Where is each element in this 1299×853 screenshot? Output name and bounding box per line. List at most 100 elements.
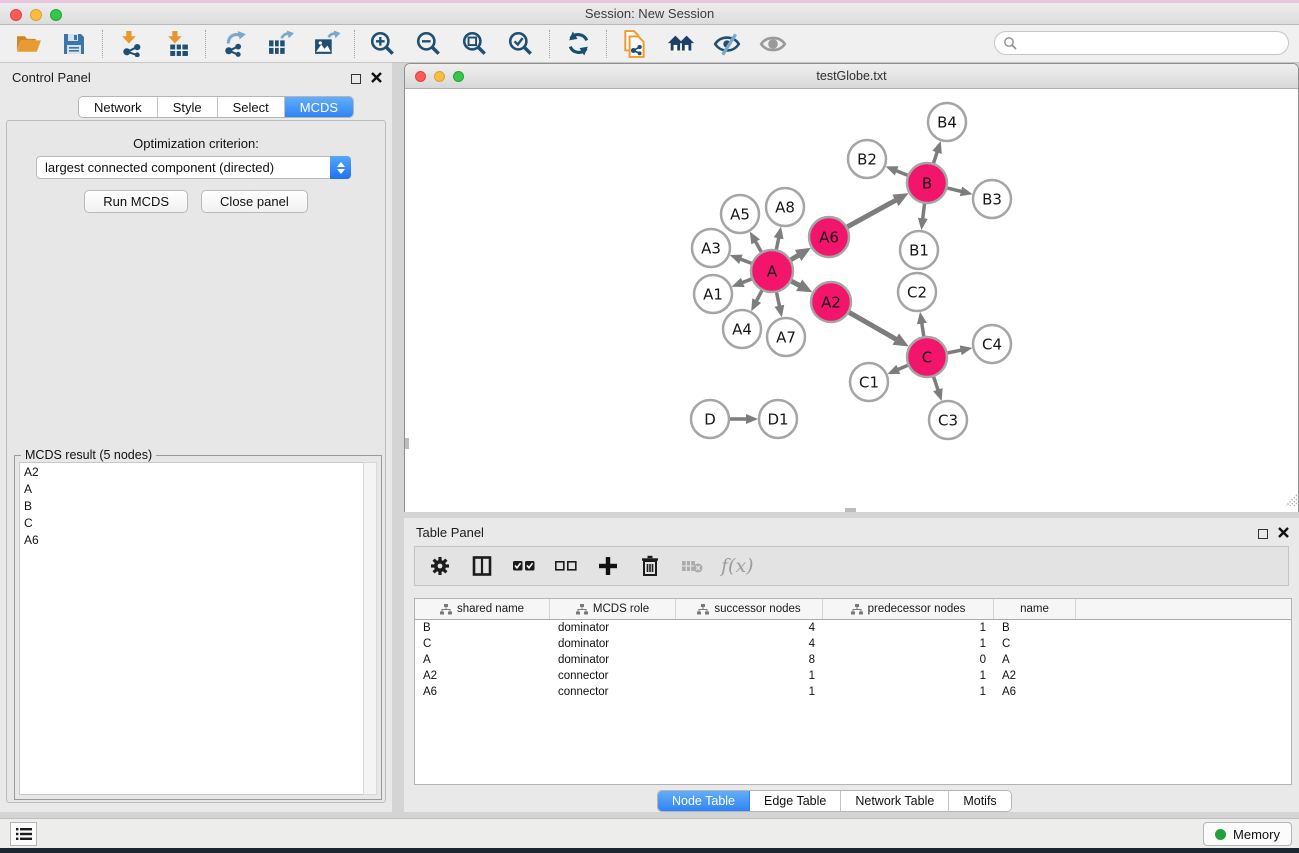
graph-node-D[interactable]: D [691,400,729,438]
graph-node-C1[interactable]: C1 [850,363,888,401]
canvas-handle-bottom[interactable] [845,508,856,512]
graph-node-A5[interactable]: A5 [721,195,759,233]
close-panel-button[interactable]: Close panel [201,190,308,213]
zoom-selected-icon[interactable] [507,30,535,58]
graph-edge-C-C3[interactable] [934,377,939,391]
tab-edge-table[interactable]: Edge Table [750,791,841,811]
column-header-predecessor-nodes[interactable]: predecessor nodes [823,599,994,619]
graph-node-A[interactable]: A [751,250,793,292]
graph-edge-B-B3[interactable] [947,188,962,192]
list-item[interactable]: A2 [20,463,364,480]
graph-edge-C-C1[interactable] [897,365,907,369]
zoom-in-icon[interactable] [369,30,397,58]
result-scrollbar[interactable] [363,462,377,795]
select-all-columns-icon[interactable] [511,553,537,579]
network-canvas[interactable]: A A1 A2 A3 A4 A5 A6 A7 A8 B B1 B2 B3 B4 C C1 C2 C3C4 D D1 [405,89,1298,512]
tab-network-table[interactable]: Network Table [841,791,949,811]
graph-node-A6[interactable]: A6 [809,217,849,257]
home-icon[interactable] [667,30,695,58]
graph-edge-A6-B[interactable] [847,200,896,227]
add-column-icon[interactable] [595,553,621,579]
graph-edge-B-B4[interactable] [934,151,938,163]
open-session-icon[interactable] [14,30,42,58]
graph-node-B[interactable]: B [907,163,947,203]
column-header-successor-nodes[interactable]: successor nodes [676,599,823,619]
graph-edge-A-A6[interactable] [791,255,799,260]
export-image-icon[interactable] [312,30,340,58]
tab-select[interactable]: Select [218,97,285,117]
show-hide-graphics-icon[interactable] [713,30,741,58]
search-input[interactable] [994,31,1289,55]
graph-edge-C-C4[interactable] [948,350,962,353]
close-panel-icon[interactable] [371,70,382,88]
zoom-out-icon[interactable] [415,30,443,58]
tab-network[interactable]: Network [79,97,158,117]
column-header-shared-name[interactable]: shared name [415,599,550,619]
graph-edge-A2-C[interactable] [849,312,896,339]
column-header-name[interactable]: name [994,599,1076,619]
graph-edge-A-A7[interactable] [777,293,780,307]
graph-node-C[interactable]: C [907,337,947,377]
graph-edge-A-A1[interactable] [742,279,752,283]
run-mcds-button[interactable]: Run MCDS [84,190,188,213]
graph-node-B1[interactable]: B1 [900,231,938,269]
graph-edge-A-A2[interactable] [791,281,800,285]
tab-motifs[interactable]: Motifs [949,791,1010,811]
graph-node-B2[interactable]: B2 [848,140,886,178]
close-table-panel-icon[interactable] [1278,525,1289,543]
graph-node-D1[interactable]: D1 [759,400,797,438]
import-table-icon[interactable] [163,30,191,58]
list-item[interactable]: A6 [20,531,364,548]
deselect-all-columns-icon[interactable] [553,553,579,579]
list-item[interactable]: C [20,514,364,531]
settings-gear-icon[interactable] [427,553,453,579]
tab-style[interactable]: Style [158,97,218,117]
graph-edge-A-A8[interactable] [776,237,778,249]
float-table-panel-icon[interactable] [1258,529,1268,539]
graph-node-C2[interactable]: C2 [898,273,936,311]
float-panel-icon[interactable] [351,74,361,84]
graph-edge-A-A3[interactable] [740,259,751,263]
delete-column-icon[interactable] [637,553,663,579]
preview-eye-icon[interactable] [759,30,787,58]
graph-node-C3[interactable]: C3 [929,401,967,439]
resize-grip-icon[interactable] [1283,492,1297,511]
memory-button[interactable]: Memory [1203,822,1292,846]
canvas-handle-left[interactable] [405,438,409,449]
list-item[interactable]: A [20,480,364,497]
graph-node-A8[interactable]: A8 [766,188,804,226]
graph-node-A3[interactable]: A3 [692,229,730,267]
import-network-icon[interactable] [117,30,145,58]
graph-edge-B-B1[interactable] [923,204,925,219]
tab-node-table[interactable]: Node Table [658,791,750,811]
graph-edge-A-A4[interactable] [756,291,762,302]
graph-node-B3[interactable]: B3 [973,180,1011,218]
dropdown-value: largest connected component (directed) [45,160,274,175]
zoom-fit-icon[interactable] [461,30,489,58]
refresh-icon[interactable] [564,30,592,58]
table-row[interactable]: C dominator 4 1 C [415,636,1291,652]
graph-node-A1[interactable]: A1 [694,275,732,313]
graph-node-A2[interactable]: A2 [811,282,851,322]
save-session-icon[interactable] [60,30,88,58]
table-row[interactable]: A2 connector 1 1 A2 [415,668,1291,684]
column-header-mcds-role[interactable]: MCDS role [550,599,676,619]
graph-edge-C-C2[interactable] [922,323,924,337]
table-row[interactable]: A dominator 8 0 A [415,652,1291,668]
graph-node-C4[interactable]: C4 [973,325,1011,363]
graph-node-A4[interactable]: A4 [723,310,761,348]
show-columns-icon[interactable] [469,553,495,579]
graph-node-A7[interactable]: A7 [767,318,805,356]
graph-edge-B-B2[interactable] [896,171,908,176]
optimization-criterion-dropdown[interactable]: largest connected component (directed) [36,156,351,179]
copy-network-icon[interactable] [621,30,649,58]
table-row[interactable]: A6 connector 1 1 A6 [415,684,1291,700]
graph-node-B4[interactable]: B4 [928,103,966,141]
task-history-button[interactable] [10,822,37,846]
graph-edge-A-A5[interactable] [755,241,761,252]
table-row[interactable]: B dominator 4 1 B [415,620,1291,636]
export-network-icon[interactable] [220,30,248,58]
export-table-icon[interactable] [266,30,294,58]
list-item[interactable]: B [20,497,364,514]
tab-mcds[interactable]: MCDS [285,97,353,117]
